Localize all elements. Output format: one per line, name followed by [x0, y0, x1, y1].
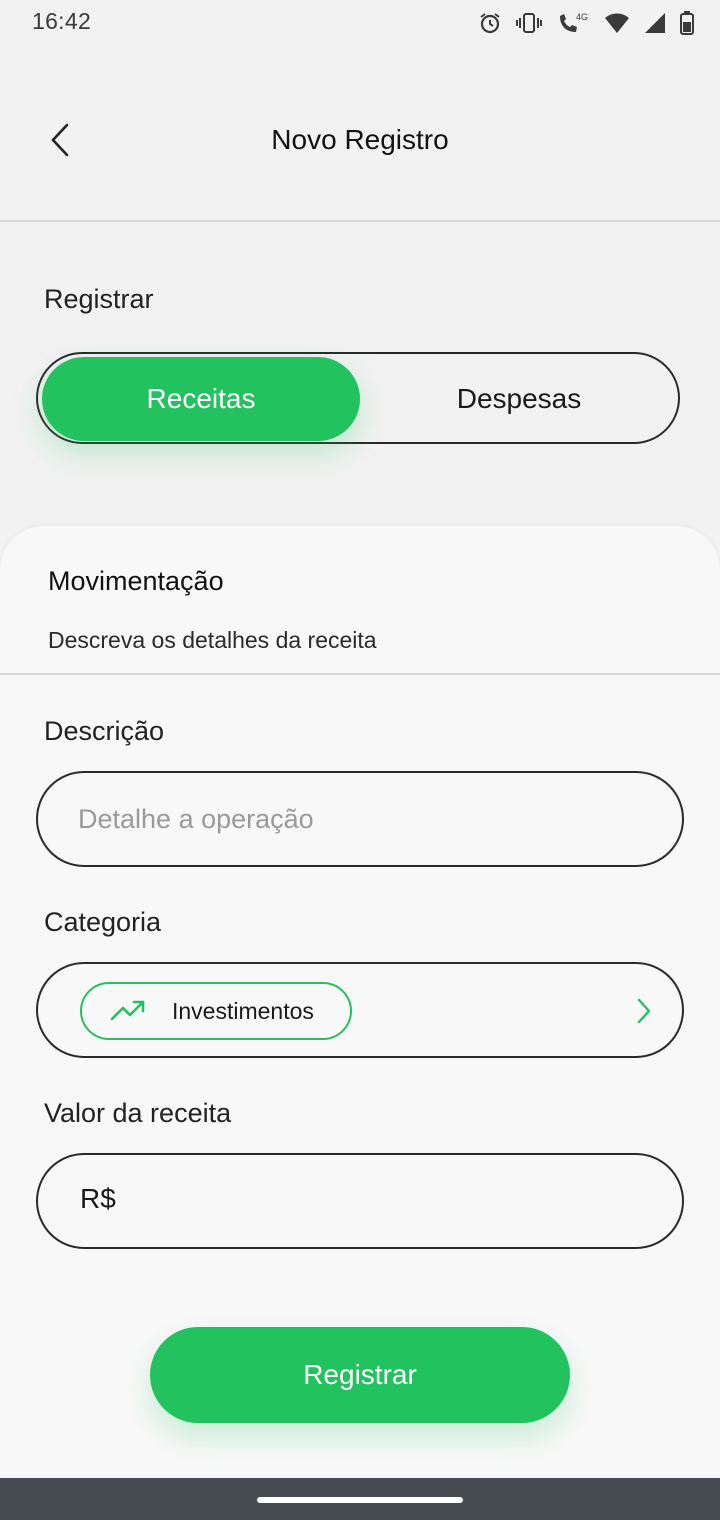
- wifi-calling-icon: 4G: [560, 12, 588, 32]
- category-chip-label: Investimentos: [172, 997, 314, 1024]
- page-title: Novo Registro: [271, 124, 449, 155]
- network-4g-label: 4G: [576, 12, 588, 22]
- home-indicator[interactable]: [257, 1497, 463, 1503]
- cellular-signal-icon: [645, 13, 665, 33]
- amount-label: Valor da receita: [44, 1098, 232, 1128]
- header-divider: [0, 220, 720, 222]
- card-subtitle: Descreva os detalhes da receita: [48, 627, 377, 653]
- status-icons: 4G: [478, 10, 694, 36]
- category-selector[interactable]: Investimentos: [36, 962, 684, 1058]
- currency-prefix: R$: [80, 1183, 116, 1214]
- description-field[interactable]: [36, 771, 684, 867]
- card-divider: [0, 673, 720, 675]
- alarm-icon: [480, 13, 500, 34]
- category-label: Categoria: [44, 907, 162, 937]
- description-label: Descrição: [44, 716, 165, 746]
- register-label: Registrar: [44, 284, 154, 314]
- register-button[interactable]: Registrar: [150, 1327, 570, 1423]
- description-input[interactable]: [78, 773, 638, 865]
- trending-up-icon: [110, 1000, 145, 1021]
- card-title: Movimentação: [48, 566, 224, 596]
- amount-field[interactable]: R$: [36, 1153, 684, 1249]
- tab-receitas[interactable]: Receitas: [42, 357, 360, 441]
- vibrate-icon: [516, 13, 542, 33]
- status-time: 16:42: [32, 8, 92, 34]
- chevron-right-icon: [637, 998, 651, 1024]
- tab-despesas[interactable]: Despesas: [360, 357, 678, 441]
- battery-icon: [680, 11, 694, 35]
- wifi-icon: [605, 13, 629, 33]
- category-chip[interactable]: Investimentos: [80, 982, 352, 1040]
